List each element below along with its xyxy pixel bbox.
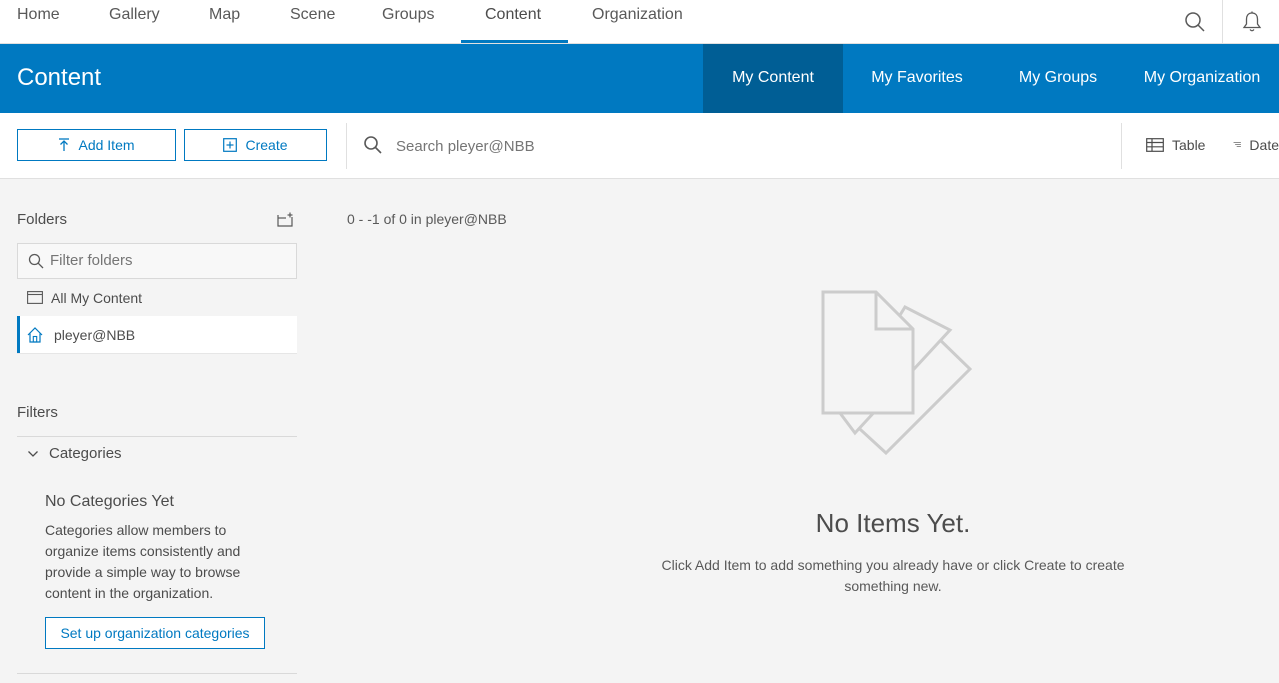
filters-divider xyxy=(17,436,297,437)
folder-list-divider xyxy=(17,353,297,354)
search-icon xyxy=(1185,11,1205,32)
create-label: Create xyxy=(245,137,288,153)
nav-gallery[interactable]: Gallery xyxy=(109,0,160,43)
sort-date-label: Date xyxy=(1249,137,1279,153)
nav-separator xyxy=(1222,0,1223,43)
sort-date-button[interactable]: Date xyxy=(1233,133,1279,157)
content-toolbar: Add Item Create Table Date xyxy=(0,113,1279,179)
folder-pleyer-nbb[interactable]: pleyer@NBB xyxy=(17,316,297,353)
active-nav-indicator xyxy=(461,40,568,43)
add-item-label: Add Item xyxy=(78,137,135,153)
documents-icon xyxy=(821,290,973,456)
page-title: Content xyxy=(17,64,102,91)
create-button[interactable]: Create xyxy=(184,129,327,161)
search-button[interactable] xyxy=(1180,0,1210,43)
add-item-button[interactable]: Add Item xyxy=(17,129,176,161)
upload-icon xyxy=(59,138,70,151)
categories-toggle[interactable]: Categories xyxy=(27,445,122,462)
search-icon xyxy=(28,253,44,269)
folder-label: pleyer@NBB xyxy=(54,326,136,343)
empty-documents-illustration xyxy=(810,285,980,462)
home-icon xyxy=(27,326,43,343)
notifications-button[interactable] xyxy=(1238,0,1266,43)
table-view-button[interactable]: Table xyxy=(1146,133,1205,157)
categories-divider xyxy=(17,673,297,674)
sort-lines-icon xyxy=(1233,142,1241,147)
filter-folders-box xyxy=(17,243,297,279)
no-categories-title: No Categories Yet xyxy=(45,493,174,510)
results-count: 0 - -1 of 0 in pleyer@NBB xyxy=(347,211,507,227)
tab-my-content[interactable]: My Content xyxy=(703,44,843,113)
filters-title: Filters xyxy=(17,404,58,421)
top-navigation: Home Gallery Map Scene Groups Content Or… xyxy=(0,0,1279,44)
filter-folders-input[interactable] xyxy=(50,252,290,269)
table-icon xyxy=(1146,138,1164,152)
categories-title: Categories xyxy=(49,445,122,462)
content-search-input[interactable] xyxy=(396,133,1096,159)
folder-icon xyxy=(27,291,43,304)
toolbar-separator-right xyxy=(1121,123,1122,169)
folder-icon-wrap xyxy=(17,291,51,304)
toolbar-separator xyxy=(346,123,347,169)
nav-content[interactable]: Content xyxy=(485,0,541,43)
new-folder-button[interactable] xyxy=(277,212,294,232)
plus-square-icon xyxy=(223,138,238,152)
nav-home[interactable]: Home xyxy=(17,0,60,43)
setup-categories-button[interactable]: Set up organization categories xyxy=(45,617,265,649)
nav-scene[interactable]: Scene xyxy=(290,0,335,43)
nav-groups[interactable]: Groups xyxy=(382,0,434,43)
add-folder-icon xyxy=(277,212,293,227)
no-categories-description: Categories allow members to organize ite… xyxy=(45,522,241,601)
tab-my-organization[interactable]: My Organization xyxy=(1125,44,1279,113)
nav-organization[interactable]: Organization xyxy=(592,0,683,43)
chevron-down-icon xyxy=(28,450,38,457)
tab-my-groups[interactable]: My Groups xyxy=(991,44,1125,113)
empty-state-title: No Items Yet. xyxy=(815,508,971,538)
search-field-icon-wrap xyxy=(363,135,383,160)
folders-title: Folders xyxy=(17,211,68,228)
table-view-label: Table xyxy=(1172,137,1206,153)
bell-icon xyxy=(1242,11,1262,31)
folder-all-my-content[interactable]: All My Content xyxy=(17,279,297,316)
nav-map[interactable]: Map xyxy=(209,0,240,43)
tab-my-favorites[interactable]: My Favorites xyxy=(843,44,991,113)
search-icon xyxy=(364,136,382,154)
folder-label: All My Content xyxy=(51,289,143,306)
home-icon-wrap xyxy=(20,326,54,343)
content-header: Content My Content My Favorites My Group… xyxy=(0,44,1279,113)
empty-state-description: Click Add Item to add something you alre… xyxy=(661,557,1125,594)
